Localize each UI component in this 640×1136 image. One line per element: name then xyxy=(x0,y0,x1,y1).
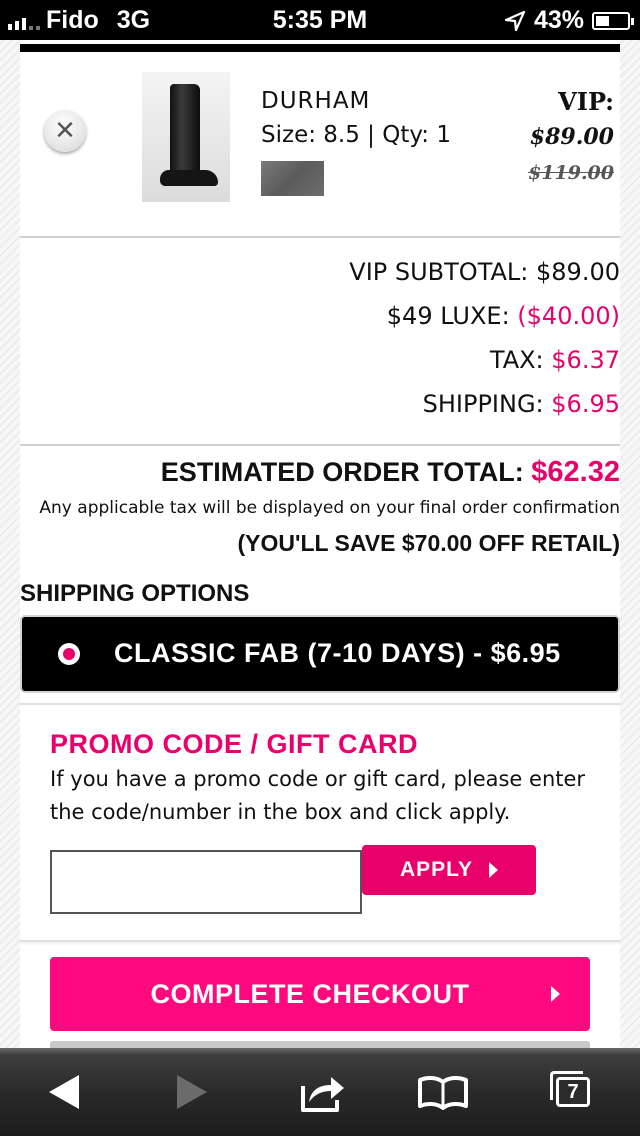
vip-label: VIP: xyxy=(558,87,614,116)
savings-note: (YOU'LL SAVE $70.00 OFF RETAIL) xyxy=(237,530,620,556)
radio-selected-dot xyxy=(63,648,75,660)
share-icon xyxy=(301,1077,344,1112)
bookmarks-icon xyxy=(418,1075,468,1110)
status-bar: Fido 3G 5:35 PM 43% xyxy=(0,0,640,40)
battery-percent: 43% xyxy=(533,6,584,34)
battery-icon xyxy=(592,11,634,30)
total-label: ESTIMATED ORDER TOTAL: xyxy=(160,457,524,487)
tabs-icon: 7 xyxy=(550,1071,590,1107)
remove-item-button[interactable]: ✕ xyxy=(44,110,86,152)
product-name: DURHAM xyxy=(261,88,371,114)
bookmarks-button[interactable] xyxy=(393,1048,493,1136)
battery-level xyxy=(596,15,609,26)
luxe-discount-row: $49 LUXE: ($40.00) xyxy=(387,302,620,330)
promo-title: PROMO CODE / GIFT CARD xyxy=(50,729,418,759)
product-size-qty: Size: 8.5 | Qty: 1 xyxy=(261,122,451,148)
vip-subtotal-value: $89.00 xyxy=(536,258,620,286)
shipping-row: SHIPPING: $6.95 xyxy=(423,390,620,418)
boot-foot xyxy=(160,170,218,186)
location-arrow-icon xyxy=(504,10,526,31)
promo-description: If you have a promo code or gift card, p… xyxy=(50,767,586,824)
product-image[interactable] xyxy=(142,72,230,202)
tax-row: TAX: $6.37 xyxy=(490,346,620,374)
shipping-option-classic[interactable]: CLASSIC FAB (7-10 DAYS) - $6.95 xyxy=(22,617,618,691)
total-value: $62.32 xyxy=(531,456,620,488)
tax-value: $6.37 xyxy=(551,346,620,374)
shipping-label: SHIPPING: xyxy=(422,390,544,418)
back-icon xyxy=(49,1075,79,1109)
browser-toolbar: 7 xyxy=(0,1048,640,1136)
shipping-radio[interactable] xyxy=(58,643,80,665)
vip-subtotal-label: VIP SUBTOTAL: xyxy=(349,258,529,286)
shipping-value: $6.95 xyxy=(551,390,620,418)
header-rule xyxy=(20,44,620,52)
promo-code-input[interactable] xyxy=(50,850,362,914)
chevron-right-icon xyxy=(489,862,499,878)
order-total-row: ESTIMATED ORDER TOTAL: $62.32 xyxy=(161,456,620,489)
boot-shaft xyxy=(170,84,200,176)
forward-button[interactable] xyxy=(142,1048,242,1136)
divider xyxy=(20,236,620,238)
apply-label: APPLY xyxy=(399,858,474,881)
tabs-button[interactable]: 7 xyxy=(523,1048,623,1136)
checkout-label: COMPLETE CHECKOUT xyxy=(150,979,470,1009)
cart-content: ✕ DURHAM Size: 8.5 | Qty: 1 VIP: $89.00 … xyxy=(20,40,620,1050)
divider xyxy=(20,444,620,446)
luxe-value: ($40.00) xyxy=(517,302,620,330)
share-button[interactable] xyxy=(272,1048,372,1136)
apply-button[interactable]: APPLY xyxy=(362,845,536,895)
back-button[interactable] xyxy=(14,1048,114,1136)
color-swatch xyxy=(261,161,324,196)
tax-label: TAX: xyxy=(489,346,544,374)
retail-price: $119.00 xyxy=(528,162,614,184)
chevron-right-icon xyxy=(551,986,560,1002)
forward-icon xyxy=(177,1075,207,1109)
shipping-options-title: SHIPPING OPTIONS xyxy=(20,580,250,607)
tax-note: Any applicable tax will be displayed on … xyxy=(39,498,620,518)
status-right: 43% xyxy=(504,6,634,35)
shipping-option-label: CLASSIC FAB (7-10 DAYS) - $6.95 xyxy=(114,638,561,668)
vip-price: $89.00 xyxy=(529,124,614,150)
luxe-label: $49 LUXE: xyxy=(386,302,510,330)
complete-checkout-button[interactable]: COMPLETE CHECKOUT xyxy=(50,957,590,1031)
tabs-count: 7 xyxy=(567,1080,579,1103)
remove-icon: ✕ xyxy=(54,116,76,146)
promo-panel: PROMO CODE / GIFT CARD If you have a pro… xyxy=(20,705,620,940)
vip-subtotal-row: VIP SUBTOTAL: $89.00 xyxy=(349,258,620,286)
